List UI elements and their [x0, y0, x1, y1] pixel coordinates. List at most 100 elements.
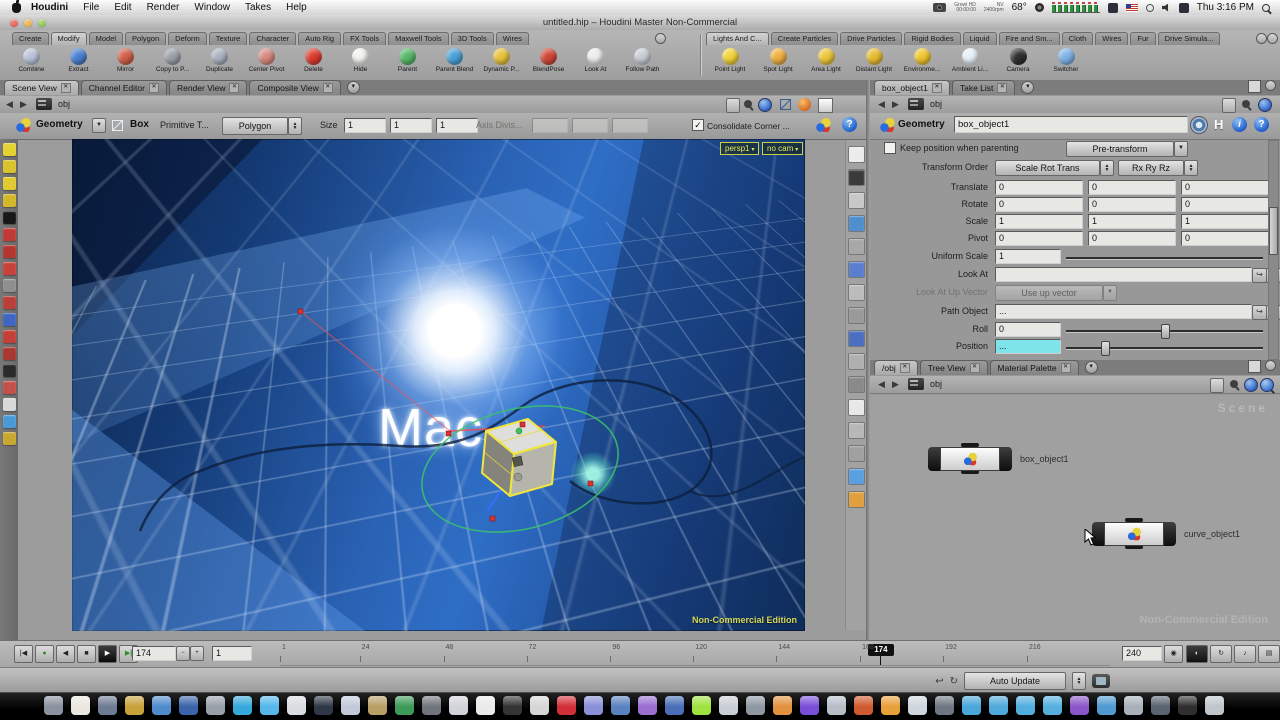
rotate-field[interactable]: 0: [995, 197, 1083, 212]
dock-icon[interactable]: [746, 696, 765, 715]
menu-item[interactable]: File: [83, 2, 99, 13]
shelf-tool[interactable]: Follow Path: [619, 46, 666, 73]
menu-item[interactable]: Edit: [114, 2, 131, 13]
loop-mode-button[interactable]: ↻: [1210, 645, 1232, 663]
dock-icon[interactable]: [989, 696, 1008, 715]
network-node[interactable]: curve_object1: [1092, 522, 1176, 546]
translate-field[interactable]: 0: [1088, 180, 1176, 195]
dock-icon[interactable]: [368, 696, 387, 715]
audio-button[interactable]: ♪: [1234, 645, 1256, 663]
shelf-tool[interactable]: Duplicate: [196, 46, 243, 73]
dock-icon[interactable]: [233, 696, 252, 715]
dock-icon[interactable]: [287, 696, 306, 715]
scale-field[interactable]: 1: [995, 214, 1083, 229]
shelf-tab[interactable]: Model: [89, 32, 123, 45]
shelf-tab[interactable]: Drive Simula...: [1158, 32, 1221, 45]
pivot-field[interactable]: 0: [1088, 231, 1176, 246]
viewport-tool-icon[interactable]: [3, 262, 16, 275]
frame-decrement-button[interactable]: −: [176, 646, 190, 661]
shelf-tool[interactable]: Environme...: [898, 46, 946, 73]
shelf-tool[interactable]: BlendPose: [525, 46, 572, 73]
cube-green-handle[interactable]: [516, 428, 522, 434]
dock-icon[interactable]: [341, 696, 360, 715]
network-editor-canvas[interactable]: Scene Non-Commercial Edition box_object1: [870, 395, 1280, 640]
pretransform-arrow-icon[interactable]: ▼: [1174, 141, 1188, 157]
position-slider-handle[interactable]: [1101, 341, 1110, 356]
pin-icon[interactable]: [1230, 380, 1238, 388]
input-language-flag-icon[interactable]: [1126, 4, 1138, 12]
dock-icon[interactable]: [800, 696, 819, 715]
shelf-tool[interactable]: Look At: [572, 46, 619, 73]
undo-icon[interactable]: ↩: [935, 676, 943, 687]
roll-slider-handle[interactable]: [1161, 324, 1170, 339]
pin-icon[interactable]: [744, 100, 752, 108]
dock-icon[interactable]: [584, 696, 603, 715]
shelf-tab[interactable]: Create: [12, 32, 49, 45]
viewport-tool-icon[interactable]: [3, 211, 16, 224]
dock-icon[interactable]: [692, 696, 711, 715]
dock-icon[interactable]: [125, 696, 144, 715]
viewport-tool-icon[interactable]: [3, 364, 16, 377]
viewport-tool-icon[interactable]: [848, 169, 865, 186]
position-slider[interactable]: [1066, 347, 1263, 349]
primitive-type-select[interactable]: Polygon: [222, 117, 288, 135]
volume-icon[interactable]: [1162, 4, 1171, 12]
shelf-tool[interactable]: Copy to P...: [149, 46, 196, 73]
dock-icon[interactable]: [449, 696, 468, 715]
pivot-field[interactable]: 0: [995, 231, 1083, 246]
node-flag-right[interactable]: [1164, 522, 1176, 546]
dock-icon[interactable]: [638, 696, 657, 715]
displays-icon[interactable]: [1179, 3, 1189, 13]
shelf-tool[interactable]: Mirror: [102, 46, 149, 73]
pivot-field[interactable]: 0: [1181, 231, 1269, 246]
close-icon[interactable]: ✕: [997, 83, 1007, 93]
menu-item[interactable]: Takes: [245, 2, 271, 13]
camera-menu[interactable]: persp1: [720, 142, 759, 155]
pane-menu-icon[interactable]: [1265, 80, 1276, 91]
current-frame-field[interactable]: 174: [132, 646, 176, 661]
shelf-tool[interactable]: Extract: [55, 46, 102, 73]
shelf-tool[interactable]: Switcher: [1042, 46, 1090, 73]
curve-object-path[interactable]: [200, 380, 711, 503]
back-arrow-icon[interactable]: ◀: [6, 99, 13, 110]
shelf-tab[interactable]: Polygon: [125, 32, 166, 45]
viewport-tool-icon[interactable]: [3, 313, 16, 326]
pane-menu-icon[interactable]: [1265, 360, 1276, 371]
dock-icon[interactable]: [1124, 696, 1143, 715]
viewport-tool-icon[interactable]: [3, 347, 16, 360]
gear-icon[interactable]: [1035, 3, 1044, 12]
realtime-toggle-button[interactable]: ◐: [1186, 645, 1208, 663]
shelf-tab[interactable]: Fur: [1130, 32, 1155, 45]
path-menu-button[interactable]: [1210, 378, 1224, 393]
viewport-tool-icon[interactable]: [848, 261, 865, 278]
chevron-down-icon[interactable]: ▼: [92, 118, 106, 133]
pane-tab[interactable]: Channel Editor ✕: [81, 80, 167, 95]
position-field[interactable]: ...: [995, 339, 1061, 354]
dock-icon[interactable]: [773, 696, 792, 715]
cube-gray-handle[interactable]: [514, 473, 522, 481]
close-icon[interactable]: ✕: [149, 83, 159, 93]
window-titlebar[interactable]: untitled.hip – Houdini Master Non-Commer…: [0, 15, 1280, 31]
dock-icon[interactable]: [179, 696, 198, 715]
close-icon[interactable]: ✕: [932, 83, 942, 93]
shelf-tool[interactable]: Point Light: [706, 46, 754, 73]
viewport-tool-icon[interactable]: [3, 143, 16, 156]
dock-icon[interactable]: [854, 696, 873, 715]
transport-button[interactable]: ●: [35, 645, 54, 663]
auto-key-button[interactable]: ◉: [1164, 645, 1183, 663]
menu-item[interactable]: Help: [286, 2, 307, 13]
pane-tab[interactable]: Tree View ✕: [920, 360, 988, 375]
close-icon[interactable]: ✕: [1061, 363, 1071, 373]
path-text[interactable]: obj: [930, 99, 942, 109]
dock-icon[interactable]: [908, 696, 927, 715]
size-field[interactable]: 1: [436, 118, 478, 133]
viewport-tool-icon[interactable]: [3, 194, 16, 207]
timemachine-icon[interactable]: [1146, 4, 1154, 12]
shelf-tool[interactable]: Parent: [384, 46, 431, 73]
dock-icon[interactable]: [962, 696, 981, 715]
update-mode-select[interactable]: Auto Update: [964, 672, 1066, 690]
shelf-tab[interactable]: FX Tools: [343, 32, 386, 45]
shelf-tab[interactable]: Lights And C...: [706, 32, 769, 45]
pane-tab[interactable]: Render View ✕: [169, 80, 248, 95]
dock-icon[interactable]: [476, 696, 495, 715]
